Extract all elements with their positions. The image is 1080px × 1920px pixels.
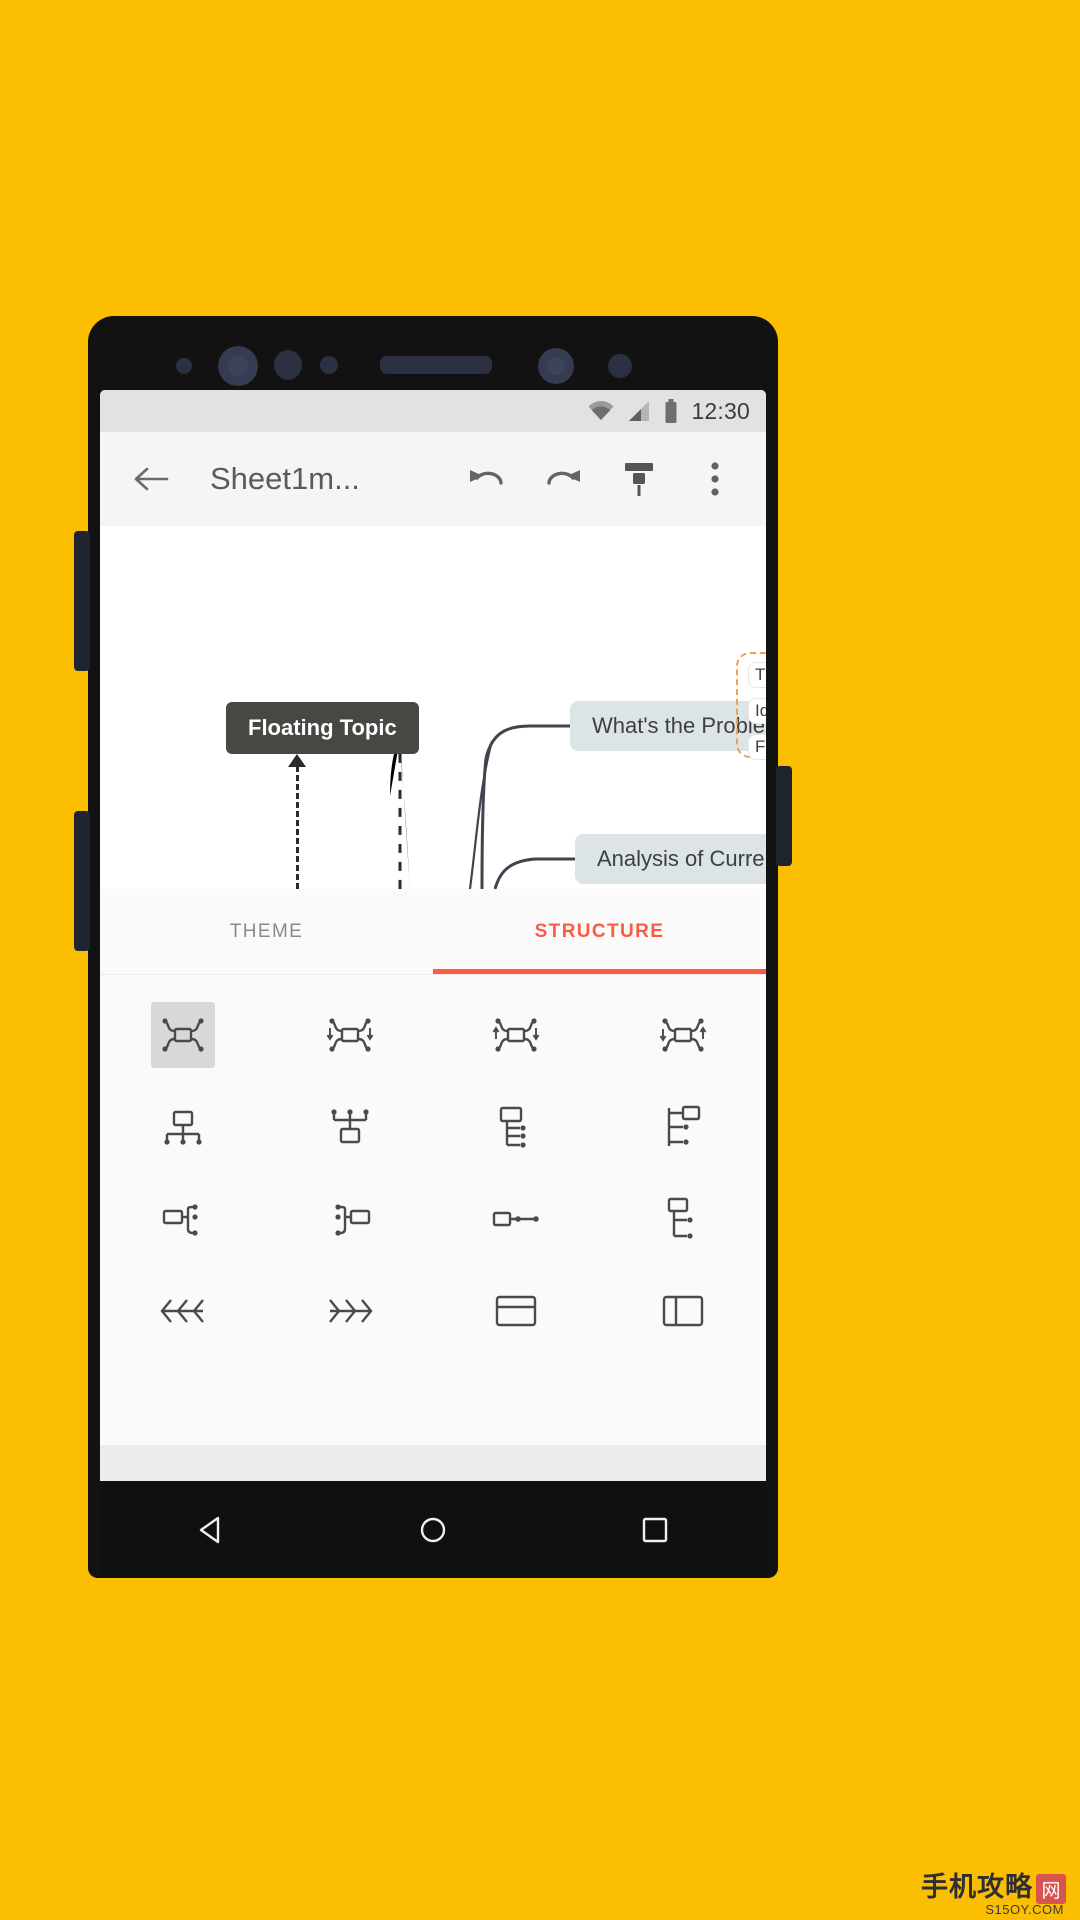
proximity-sensor-icon [538, 348, 574, 384]
structure-cell-10[interactable] [433, 1173, 600, 1265]
back-arrow-icon[interactable] [124, 452, 178, 506]
structure-cell-4[interactable] [100, 1081, 267, 1173]
logic-chart-right-alt-icon[interactable] [653, 1188, 713, 1250]
panel-bottom-strip [100, 1445, 766, 1481]
nav-home-circle-icon[interactable] [416, 1513, 450, 1547]
app-bar-actions [460, 452, 742, 506]
tab-structure[interactable]: STRUCTURE [433, 889, 766, 974]
nav-back-triangle-icon[interactable] [194, 1513, 228, 1547]
status-bar-clock: 12:30 [691, 397, 750, 424]
volume-down-button[interactable] [74, 811, 90, 951]
status-bar: 12:30 [100, 390, 766, 432]
sensor-dot-small-1 [176, 358, 192, 374]
structure-grid [100, 989, 766, 1357]
nav-recents-square-icon[interactable] [638, 1513, 672, 1547]
org-chart-down-icon[interactable] [153, 1096, 213, 1158]
mind-map-free-icon[interactable] [653, 1004, 713, 1066]
undo-icon[interactable] [460, 452, 514, 506]
mind-map-clockwise-icon[interactable] [320, 1004, 380, 1066]
tree-chart-right-icon[interactable] [486, 1096, 546, 1158]
mind-map-balanced-icon[interactable] [151, 1002, 216, 1068]
front-camera-icon [218, 346, 258, 386]
watermark-text: 手机攻略 [921, 1872, 1033, 1903]
timeline-horizontal-icon[interactable] [486, 1188, 546, 1250]
tab-active-indicator [433, 969, 766, 974]
node-analysis-current-situation[interactable]: Analysis of Current Situation [575, 834, 766, 884]
structure-cell-5[interactable] [267, 1081, 434, 1173]
more-vertical-icon[interactable] [688, 452, 742, 506]
battery-icon [664, 399, 678, 423]
watermark-url: S15OY.COM [985, 1902, 1064, 1917]
cellular-signal-icon [627, 400, 651, 422]
floating-topic-connector [296, 766, 299, 889]
sensor-dot-small-4 [608, 354, 632, 378]
structure-cell-0[interactable] [100, 989, 267, 1081]
mindmap-canvas[interactable]: Floating Topic What's the Problem Analys… [100, 526, 766, 889]
node-clipped-2[interactable]: Ide [748, 698, 766, 724]
tab-theme[interactable]: THEME [100, 889, 433, 974]
structure-cell-3[interactable] [600, 989, 767, 1081]
phone-screen: 12:30 Sheet1m... Floating Topic What's t… [100, 390, 766, 1481]
power-button[interactable] [776, 766, 792, 866]
structure-panel [100, 975, 766, 1445]
structure-cell-11[interactable] [600, 1173, 767, 1265]
logic-chart-right-icon[interactable] [653, 1096, 713, 1158]
format-brush-icon[interactable] [612, 452, 666, 506]
watermark: 手机攻略 网 [921, 1865, 1066, 1904]
sensor-dot-small-2 [274, 350, 302, 380]
android-nav-bar [100, 1481, 766, 1578]
phone-sensor-array [88, 344, 778, 388]
page-root: 12:30 Sheet1m... Floating Topic What's t… [0, 0, 1080, 1920]
structure-cell-12[interactable] [100, 1265, 267, 1357]
org-chart-up-icon[interactable] [320, 1096, 380, 1158]
sensor-dot-small-3 [320, 356, 338, 374]
app-bar: Sheet1m... [100, 432, 766, 526]
structure-cell-2[interactable] [433, 989, 600, 1081]
node-floating-topic[interactable]: Floating Topic [226, 702, 419, 754]
matrix-columns-icon[interactable] [653, 1280, 713, 1342]
node-clipped-1[interactable]: Th [748, 662, 766, 688]
node-clipped-3[interactable]: Fir [748, 734, 766, 760]
floating-topic-arrowhead [288, 754, 306, 767]
structure-cell-6[interactable] [433, 1081, 600, 1173]
mind-map-counter-clockwise-icon[interactable] [486, 1004, 546, 1066]
volume-up-button[interactable] [74, 531, 90, 671]
structure-cell-1[interactable] [267, 989, 434, 1081]
structure-cell-8[interactable] [100, 1173, 267, 1265]
structure-cell-7[interactable] [600, 1081, 767, 1173]
earpiece-speaker [380, 356, 492, 374]
structure-cell-13[interactable] [267, 1265, 434, 1357]
panel-tabs: THEME STRUCTURE [100, 889, 766, 975]
structure-cell-15[interactable] [600, 1265, 767, 1357]
structure-cell-14[interactable] [433, 1265, 600, 1357]
logic-chart-left-icon[interactable] [320, 1188, 380, 1250]
fishbone-right-icon[interactable] [320, 1280, 380, 1342]
phone-mockup: 12:30 Sheet1m... Floating Topic What's t… [74, 316, 792, 1578]
tree-chart-left-icon[interactable] [153, 1188, 213, 1250]
fishbone-left-icon[interactable] [153, 1280, 213, 1342]
redo-icon[interactable] [536, 452, 590, 506]
watermark-badge: 网 [1036, 1874, 1066, 1904]
matrix-rows-icon[interactable] [486, 1280, 546, 1342]
wifi-icon [588, 401, 614, 421]
page-title: Sheet1m... [210, 461, 360, 496]
structure-cell-9[interactable] [267, 1173, 434, 1265]
